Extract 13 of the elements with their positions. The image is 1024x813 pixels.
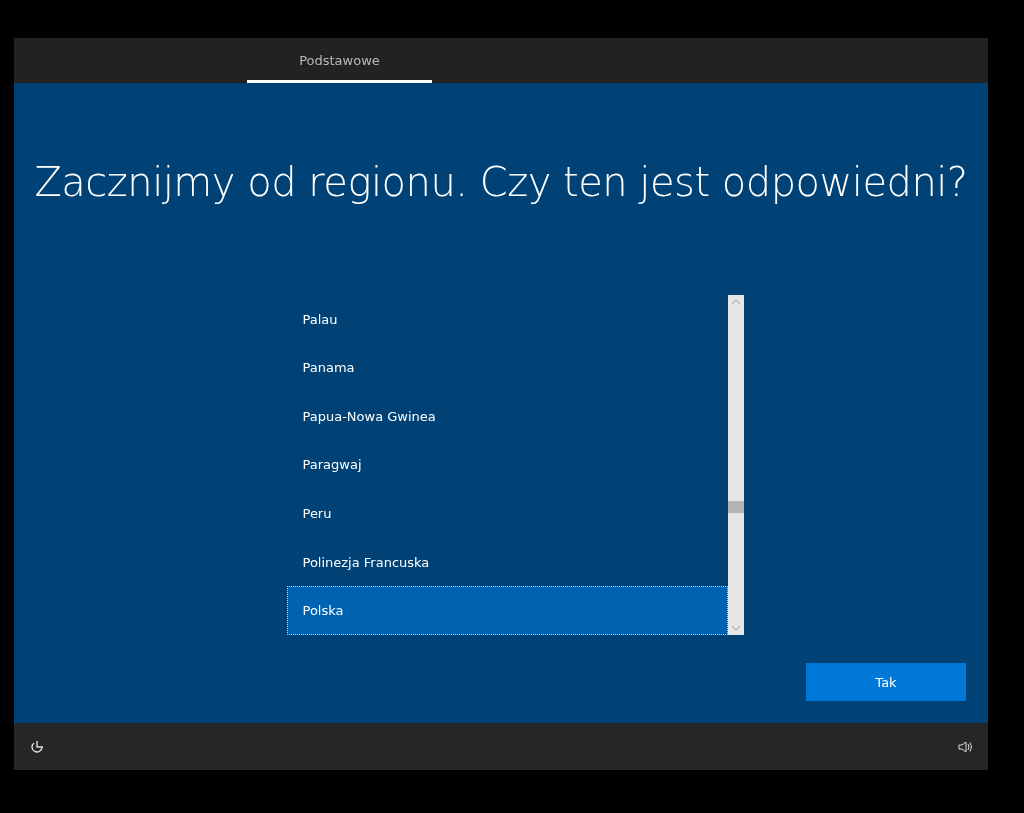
confirm-button[interactable]: Tak [806, 663, 966, 701]
region-item[interactable]: Panama [286, 343, 728, 393]
accessibility-icon[interactable] [30, 739, 44, 754]
region-item[interactable]: Peru [286, 489, 728, 538]
region-item[interactable]: Polska [286, 586, 728, 635]
scrollbar-thumb[interactable] [727, 501, 744, 513]
region-item[interactable]: Papua-Nowa Gwinea [286, 392, 728, 441]
scrollbar[interactable] [727, 295, 744, 635]
region-item[interactable]: Palau [286, 294, 728, 344]
region-item[interactable]: Paragwaj [286, 440, 728, 490]
speaker-icon[interactable] [958, 740, 972, 753]
region-item[interactable]: Polinezja Francuska [286, 537, 728, 587]
page-heading: Zacznijmy od regionu. Czy ten jest odpowiedni? [34, 159, 968, 205]
